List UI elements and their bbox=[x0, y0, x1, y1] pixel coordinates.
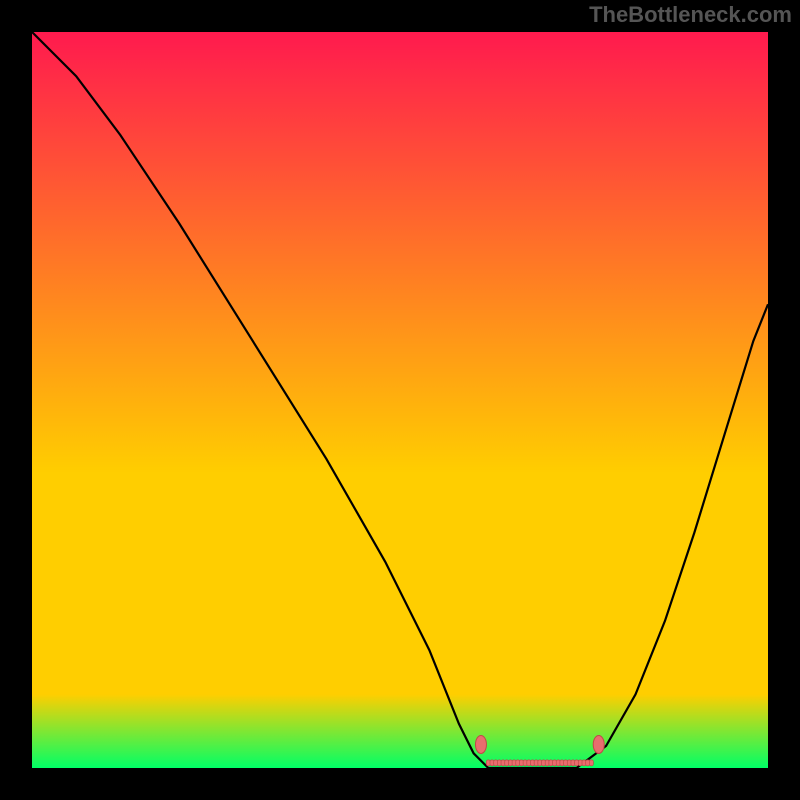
bottleneck-chart: TheBottleneck.com bbox=[0, 0, 800, 800]
curve-marker bbox=[475, 735, 486, 753]
curve-marker bbox=[593, 735, 604, 753]
trough-band bbox=[486, 760, 593, 766]
plot-area bbox=[32, 32, 768, 768]
trough-dot bbox=[589, 760, 593, 766]
watermark-text: TheBottleneck.com bbox=[589, 2, 792, 27]
